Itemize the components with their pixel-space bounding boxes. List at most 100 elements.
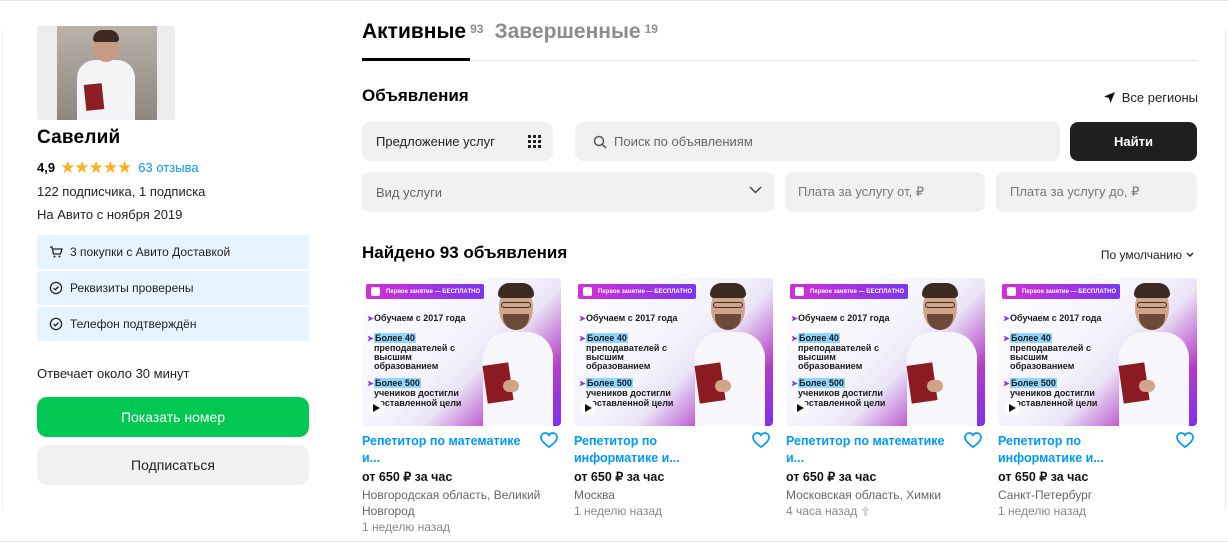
subscribers-info[interactable]: 122 подписчика, 1 подписка xyxy=(37,184,309,199)
favorite-heart-icon[interactable] xyxy=(1176,432,1194,448)
sort-select[interactable]: По умолчанию xyxy=(1101,248,1194,262)
member-since: На Авито с ноября 2019 xyxy=(37,207,183,222)
check-circle-icon xyxy=(49,281,63,295)
search-input[interactable]: Поиск по объявлениям xyxy=(575,122,1060,161)
tutor-photo xyxy=(889,280,985,426)
tab-active[interactable]: Активные 93 xyxy=(362,20,483,44)
service-placeholder: Вид услуги xyxy=(376,184,443,200)
listing-image[interactable]: Первое занятие — БЕСПЛАТНО ➤ ➤ ➤ Обучаем с… xyxy=(786,278,985,426)
price-to-placeholder: Плата за услугу до, ₽ xyxy=(1010,184,1140,199)
gift-icon xyxy=(795,287,804,296)
show-number-button[interactable]: Показать номер xyxy=(37,397,309,437)
banner-text: образованием xyxy=(586,361,651,371)
rating-row: 4,9 ★★★★★ 63 отзыва xyxy=(37,158,309,176)
right-border xyxy=(1225,30,1226,510)
results-count: Найдено 93 объявления xyxy=(362,243,568,262)
badge-label: Реквизиты проверены xyxy=(70,281,194,295)
category-label: Предложение услуг xyxy=(376,134,495,149)
tutor-photo xyxy=(677,280,773,426)
tab-count: 93 xyxy=(470,22,484,36)
listing-tabs: Активные 93 Завершенные 19 xyxy=(362,20,669,44)
search-placeholder: Поиск по объявлениям xyxy=(614,134,753,149)
price-from-input[interactable]: Плата за услугу от, ₽ xyxy=(785,172,985,212)
verification-badges: 3 покупки с Авито Доставкой Реквизиты пр… xyxy=(37,235,309,341)
arrow-icon: ➤ xyxy=(579,379,586,388)
seller-name: Савелий xyxy=(37,127,121,148)
listing-image[interactable]: Первое занятие — БЕСПЛАТНО ➤ ➤ ➤ Обучаем с… xyxy=(574,278,773,426)
service-type-select[interactable]: Вид услуги xyxy=(362,172,774,212)
badge-label: Телефон подтверждён xyxy=(70,317,197,331)
arrow-icon: ➤ xyxy=(579,334,586,343)
play-icon[interactable] xyxy=(1004,400,1020,416)
listing-image[interactable]: Первое занятие — БЕСПЛАТНО ➤ ➤ ➤ Обучаем с… xyxy=(362,278,561,426)
subscribe-button[interactable]: Подписаться xyxy=(37,445,309,485)
bottom-divider xyxy=(0,541,1228,542)
find-button[interactable]: Найти xyxy=(1070,122,1197,161)
category-select[interactable]: Предложение услуг xyxy=(362,122,553,161)
favorite-heart-icon[interactable] xyxy=(752,432,770,448)
banner-text: образованием xyxy=(374,361,439,371)
listing-location: Новгородская область, Великий Новгород xyxy=(362,488,541,518)
listing-price: от 650 ₽ за час xyxy=(786,470,877,484)
favorite-heart-icon[interactable] xyxy=(964,432,982,448)
listing-title[interactable]: Репетитор по математике и... xyxy=(362,433,522,467)
active-tab-indicator xyxy=(362,58,470,61)
cart-icon xyxy=(50,246,63,258)
listing-card[interactable]: Первое занятие — БЕСПЛАТНО ➤ ➤ ➤ Обучаем с… xyxy=(574,278,773,535)
gift-icon xyxy=(1007,287,1016,296)
listing-time: 1 неделю назад xyxy=(574,504,663,518)
boost-arrow-icon xyxy=(861,506,871,516)
tab-completed[interactable]: Завершенные 19 xyxy=(494,20,658,44)
arrow-icon: ➤ xyxy=(1003,379,1010,388)
left-border xyxy=(2,30,3,510)
regions-selector[interactable]: Все регионы xyxy=(1103,90,1198,105)
chevron-down-icon xyxy=(749,186,762,194)
listing-card[interactable]: Первое занятие — БЕСПЛАТНО ➤ ➤ ➤ Обучаем с… xyxy=(786,278,985,535)
badge-requisites: Реквизиты проверены xyxy=(37,271,309,305)
listing-title[interactable]: Репетитор по информатике и... xyxy=(574,433,734,467)
listing-card[interactable]: Первое занятие — БЕСПЛАТНО ➤ ➤ ➤ Обучаем с… xyxy=(998,278,1197,535)
listing-title[interactable]: Репетитор по информатике и... xyxy=(998,433,1158,467)
listing-image[interactable]: Первое занятие — БЕСПЛАТНО ➤ ➤ ➤ Обучаем с… xyxy=(998,278,1197,426)
chevron-down-icon xyxy=(1186,252,1194,257)
arrow-icon: ➤ xyxy=(1003,334,1010,343)
tab-label: Активные xyxy=(362,20,467,43)
banner-text: Более 40 xyxy=(374,333,416,343)
arrow-icon: ➤ xyxy=(367,314,374,323)
listing-title[interactable]: Репетитор по математике и... xyxy=(786,433,946,467)
listing-card[interactable]: Первое занятие — БЕСПЛАТНО ➤ ➤ ➤ Обучаем с… xyxy=(362,278,561,535)
listing-location: Санкт-Петербург xyxy=(998,488,1093,502)
banner-text: учеников достигли xyxy=(1010,388,1095,398)
banner-text: Обучаем с 2017 года xyxy=(1010,313,1102,323)
price-to-input[interactable]: Плата за услугу до, ₽ xyxy=(996,172,1197,212)
section-title: Объявления xyxy=(362,86,469,105)
avatar[interactable] xyxy=(37,26,175,120)
favorite-heart-icon[interactable] xyxy=(540,432,558,448)
gift-icon xyxy=(583,287,592,296)
arrow-icon: ➤ xyxy=(791,334,798,343)
banner-text: поставленной цели xyxy=(586,398,674,408)
check-circle-icon xyxy=(49,317,63,331)
gift-icon xyxy=(371,287,380,296)
banner-text: Обучаем с 2017 года xyxy=(374,313,466,323)
banner-text: поставленной цели xyxy=(798,398,886,408)
play-icon[interactable] xyxy=(368,400,384,416)
top-divider xyxy=(0,0,1228,1)
banner-text: Более 500 xyxy=(798,378,845,388)
arrow-icon: ➤ xyxy=(791,314,798,323)
reviews-link[interactable]: 63 отзыва xyxy=(138,160,198,175)
badge-phone: Телефон подтверждён xyxy=(37,307,309,341)
banner-text: Обучаем с 2017 года xyxy=(798,313,890,323)
play-icon[interactable] xyxy=(792,400,808,416)
rating-stars-icon: ★★★★★ xyxy=(60,157,132,177)
play-icon[interactable] xyxy=(580,400,596,416)
badge-label: 3 покупки с Авито Доставкой xyxy=(70,245,231,259)
listing-time: 1 неделю назад xyxy=(362,520,451,534)
banner-text: Более 40 xyxy=(798,333,840,343)
banner-text: Более 500 xyxy=(374,378,421,388)
arrow-icon: ➤ xyxy=(791,379,798,388)
banner-text: поставленной цели xyxy=(374,398,462,408)
banner-text: Более 500 xyxy=(1010,378,1057,388)
banner-text: учеников достигли xyxy=(586,388,671,398)
price-from-placeholder: Плата за услугу от, ₽ xyxy=(798,184,925,199)
